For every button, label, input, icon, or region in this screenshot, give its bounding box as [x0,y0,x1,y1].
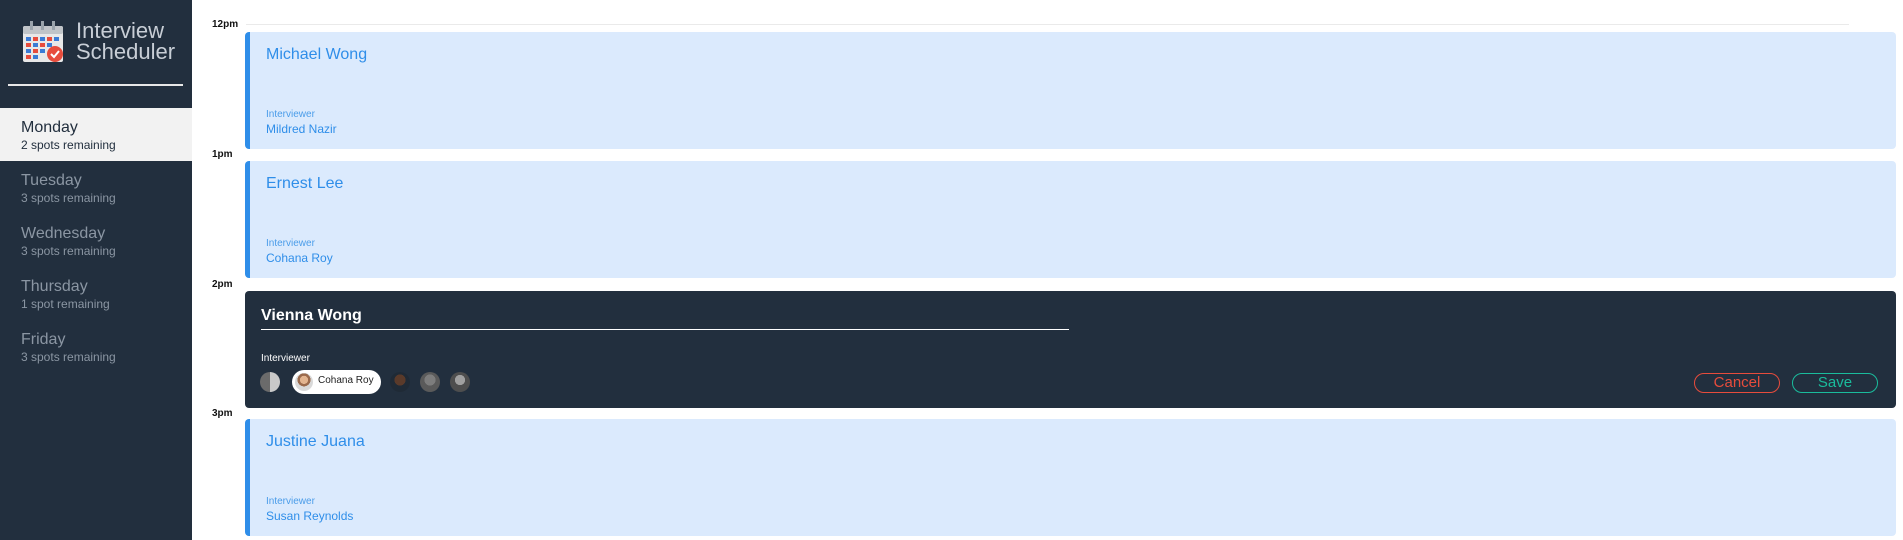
day-name: Wednesday [21,225,106,242]
day-name: Monday [21,119,78,136]
cancel-button[interactable]: Cancel [1694,373,1780,393]
student-name: Michael Wong [266,46,368,63]
appointment-card[interactable]: Michael Wong Interviewer Mildred Nazir [245,32,1896,149]
interviewer-name: Susan Reynolds [266,509,354,523]
day-item-tuesday[interactable]: Tuesday 3 spots remaining [0,161,192,214]
day-spots: 1 spot remaining [21,297,110,311]
appointment-form: Interviewer Cohana Roy [245,291,1896,408]
day-spots: 3 spots remaining [21,191,116,205]
interviewer-avatar [295,373,313,391]
interviewer-label: Interviewer [266,109,315,120]
save-button[interactable]: Save [1792,373,1878,393]
day-item-friday[interactable]: Friday 3 spots remaining [0,320,192,373]
interviewer-label: Interviewer [261,353,310,364]
day-item-thursday[interactable]: Thursday 1 spot remaining [0,267,192,320]
interviewer-name: Cohana Roy [266,251,333,265]
student-name-input[interactable] [261,305,1069,330]
selected-interviewer-name: Cohana Roy [318,375,374,386]
student-name: Justine Juana [266,433,365,450]
day-item-monday[interactable]: Monday 2 spots remaining [0,108,192,161]
app-title: Interview Scheduler [76,18,176,64]
app-title-line1: Interview [76,18,165,43]
time-label: 12pm [212,19,239,30]
interviewer-item-selected[interactable]: Cohana Roy [292,370,381,394]
interviewer-name: Mildred Nazir [266,122,337,136]
day-list: Monday 2 spots remaining Tuesday 3 spots… [0,108,192,373]
sidebar: Interview Scheduler Monday 2 spots remai… [0,0,192,540]
interviewer-label: Interviewer [266,238,315,249]
day-name: Tuesday [21,172,82,189]
appointment-card[interactable]: Ernest Lee Interviewer Cohana Roy [245,161,1896,278]
schedule: 12pm 1pm 2pm 3pm Michael Wong Interviewe… [192,0,1903,540]
schedule-divider [246,24,1849,25]
interviewer-avatar[interactable] [450,372,470,392]
sidebar-divider [8,84,183,86]
interviewer-label: Interviewer [266,496,315,507]
interviewer-avatar[interactable] [260,372,280,392]
day-name: Friday [21,331,66,348]
interviewer-avatar[interactable] [390,372,410,392]
time-label: 1pm [212,149,233,160]
time-label: 3pm [212,408,233,419]
calendar-check-icon [23,21,63,62]
day-spots: 3 spots remaining [21,350,116,364]
app-title-line2: Scheduler [76,39,176,64]
student-name: Ernest Lee [266,175,344,192]
appointment-card[interactable]: Justine Juana Interviewer Susan Reynolds [245,419,1896,536]
interviewer-avatar[interactable] [420,372,440,392]
day-spots: 3 spots remaining [21,244,116,258]
day-item-wednesday[interactable]: Wednesday 3 spots remaining [0,214,192,267]
day-name: Thursday [21,278,88,295]
day-spots: 2 spots remaining [21,138,116,152]
time-label: 2pm [212,279,233,290]
